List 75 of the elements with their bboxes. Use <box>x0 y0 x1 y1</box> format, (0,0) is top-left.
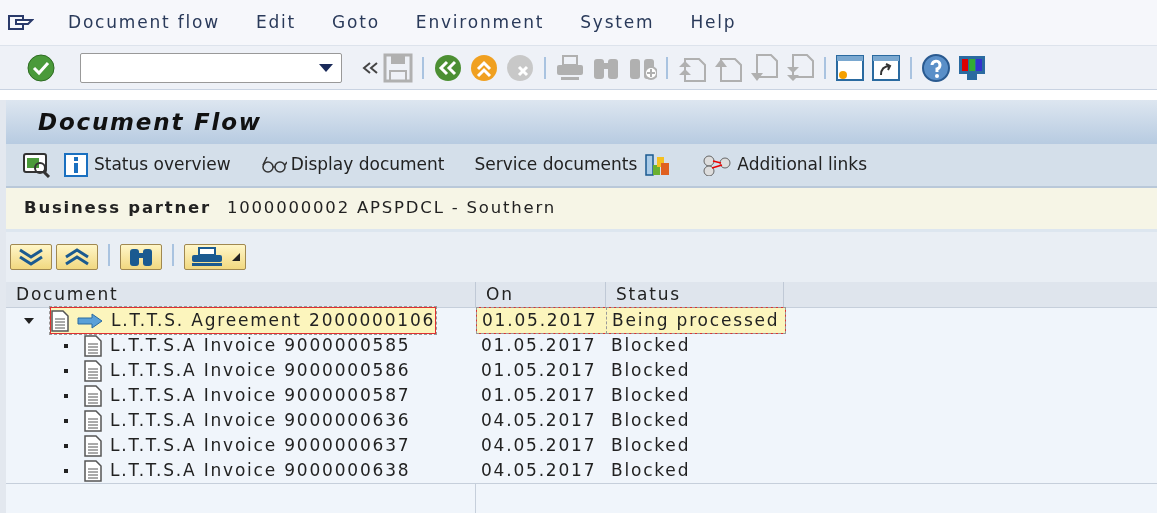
tree-row[interactable]: L.T.T.S.A Invoice 9000000585 <box>84 332 411 359</box>
expand-button[interactable] <box>10 244 52 270</box>
document-icon <box>51 309 69 332</box>
screen-title: Document Flow <box>38 107 262 137</box>
table-cell-text: 01.05.2017 <box>480 333 598 357</box>
document-label: L.T.T.S.A Invoice 9000000638 <box>110 458 411 482</box>
table-cell-text: 04.05.2017 <box>480 433 598 457</box>
toolbar-button[interactable]: Additional links <box>695 152 876 178</box>
table-cell-text: 04.05.2017 <box>480 408 598 432</box>
document-icon <box>84 384 102 407</box>
arrow-icon <box>77 312 103 329</box>
table-cell-text: Blocked <box>610 408 692 432</box>
bullet-icon <box>64 468 68 473</box>
tree-row[interactable]: L.T.T.S.A Invoice 9000000637 <box>84 432 411 459</box>
document-icon <box>84 459 102 482</box>
shortcut-icon[interactable] <box>871 52 901 83</box>
table-cell-text: Blocked <box>610 433 692 457</box>
document-label: L.T.T.S.A Invoice 9000000637 <box>110 433 411 457</box>
menu-item[interactable]: System <box>562 9 673 36</box>
document-icon <box>84 359 102 382</box>
field-value: 1000000002 APSPDCL - Southern <box>226 197 556 220</box>
bullet-icon <box>64 418 68 423</box>
document-icon <box>84 334 102 357</box>
tree-row[interactable]: L.T.T.S.A Invoice 9000000586 <box>84 357 411 384</box>
help-icon[interactable] <box>921 52 951 83</box>
dropdown-icon[interactable] <box>319 63 333 72</box>
info-icon <box>64 153 90 177</box>
table-cell-text: 04.05.2017 <box>480 458 598 482</box>
collapse-icon[interactable] <box>362 60 380 75</box>
bullet-icon <box>64 393 68 398</box>
toolbar-button[interactable]: Service documents <box>466 152 646 178</box>
bullet-icon <box>64 343 68 348</box>
check-icon[interactable] <box>26 53 56 82</box>
command-field[interactable] <box>80 52 342 83</box>
print-button[interactable] <box>184 244 246 270</box>
bullet-icon <box>64 368 68 373</box>
menu-item[interactable]: Edit <box>237 9 314 36</box>
bullet-icon <box>64 443 68 448</box>
document-icon <box>84 409 102 432</box>
document-label: L.T.T.S.A Invoice 9000000587 <box>110 383 411 407</box>
tree-row[interactable]: L.T.T.S.A Invoice 9000000587 <box>84 382 411 409</box>
table-cell-text: Blocked <box>610 333 692 357</box>
toolbar-button[interactable]: Display document <box>252 152 453 178</box>
table-cell-text: 01.05.2017 <box>480 358 598 382</box>
menu-item[interactable]: Help <box>672 9 755 36</box>
table-cell-text: 01.05.2017 <box>480 383 598 407</box>
back-icon[interactable] <box>433 52 463 83</box>
print-icon <box>190 247 224 267</box>
expand-icon[interactable] <box>24 315 34 326</box>
find-button[interactable] <box>120 244 162 270</box>
tree-row[interactable]: L.T.T.S.A Invoice 9000000636 <box>84 407 411 434</box>
caret-icon <box>232 253 240 261</box>
chart-icon <box>645 153 672 177</box>
menu-item[interactable]: Document flow <box>50 9 238 36</box>
table-cell: 01.05.2017 <box>477 307 607 334</box>
table-cell-text: Blocked <box>610 458 692 482</box>
document-label: L.T.T.S.A Invoice 9000000585 <box>110 333 411 357</box>
toolbar-button[interactable]: Status overview <box>56 152 239 178</box>
menu-icon[interactable] <box>8 13 34 32</box>
selected-row[interactable]: L.T.T.S. Agreement 2000000106 <box>50 306 437 335</box>
new-window-icon[interactable] <box>835 52 865 83</box>
table-cell-text: Blocked <box>610 358 692 382</box>
table-cell-text: Blocked <box>610 383 692 407</box>
document-label: L.T.T.S.A Invoice 9000000586 <box>110 358 411 382</box>
menu-item[interactable]: Goto <box>314 9 398 36</box>
document-label: L.T.T.S. Agreement 2000000106 <box>111 308 436 332</box>
document-label: L.T.T.S.A Invoice 9000000636 <box>110 408 411 432</box>
menu-item[interactable]: Environment <box>397 9 563 36</box>
table-cell: Being processed <box>607 307 785 334</box>
tree-row[interactable]: L.T.T.S.A Invoice 9000000638 <box>84 457 411 484</box>
field-label: Business partner <box>24 197 211 220</box>
links-icon <box>703 154 734 176</box>
detail-icon[interactable] <box>22 152 52 178</box>
collapse-button[interactable] <box>56 244 98 270</box>
document-icon <box>84 434 102 457</box>
